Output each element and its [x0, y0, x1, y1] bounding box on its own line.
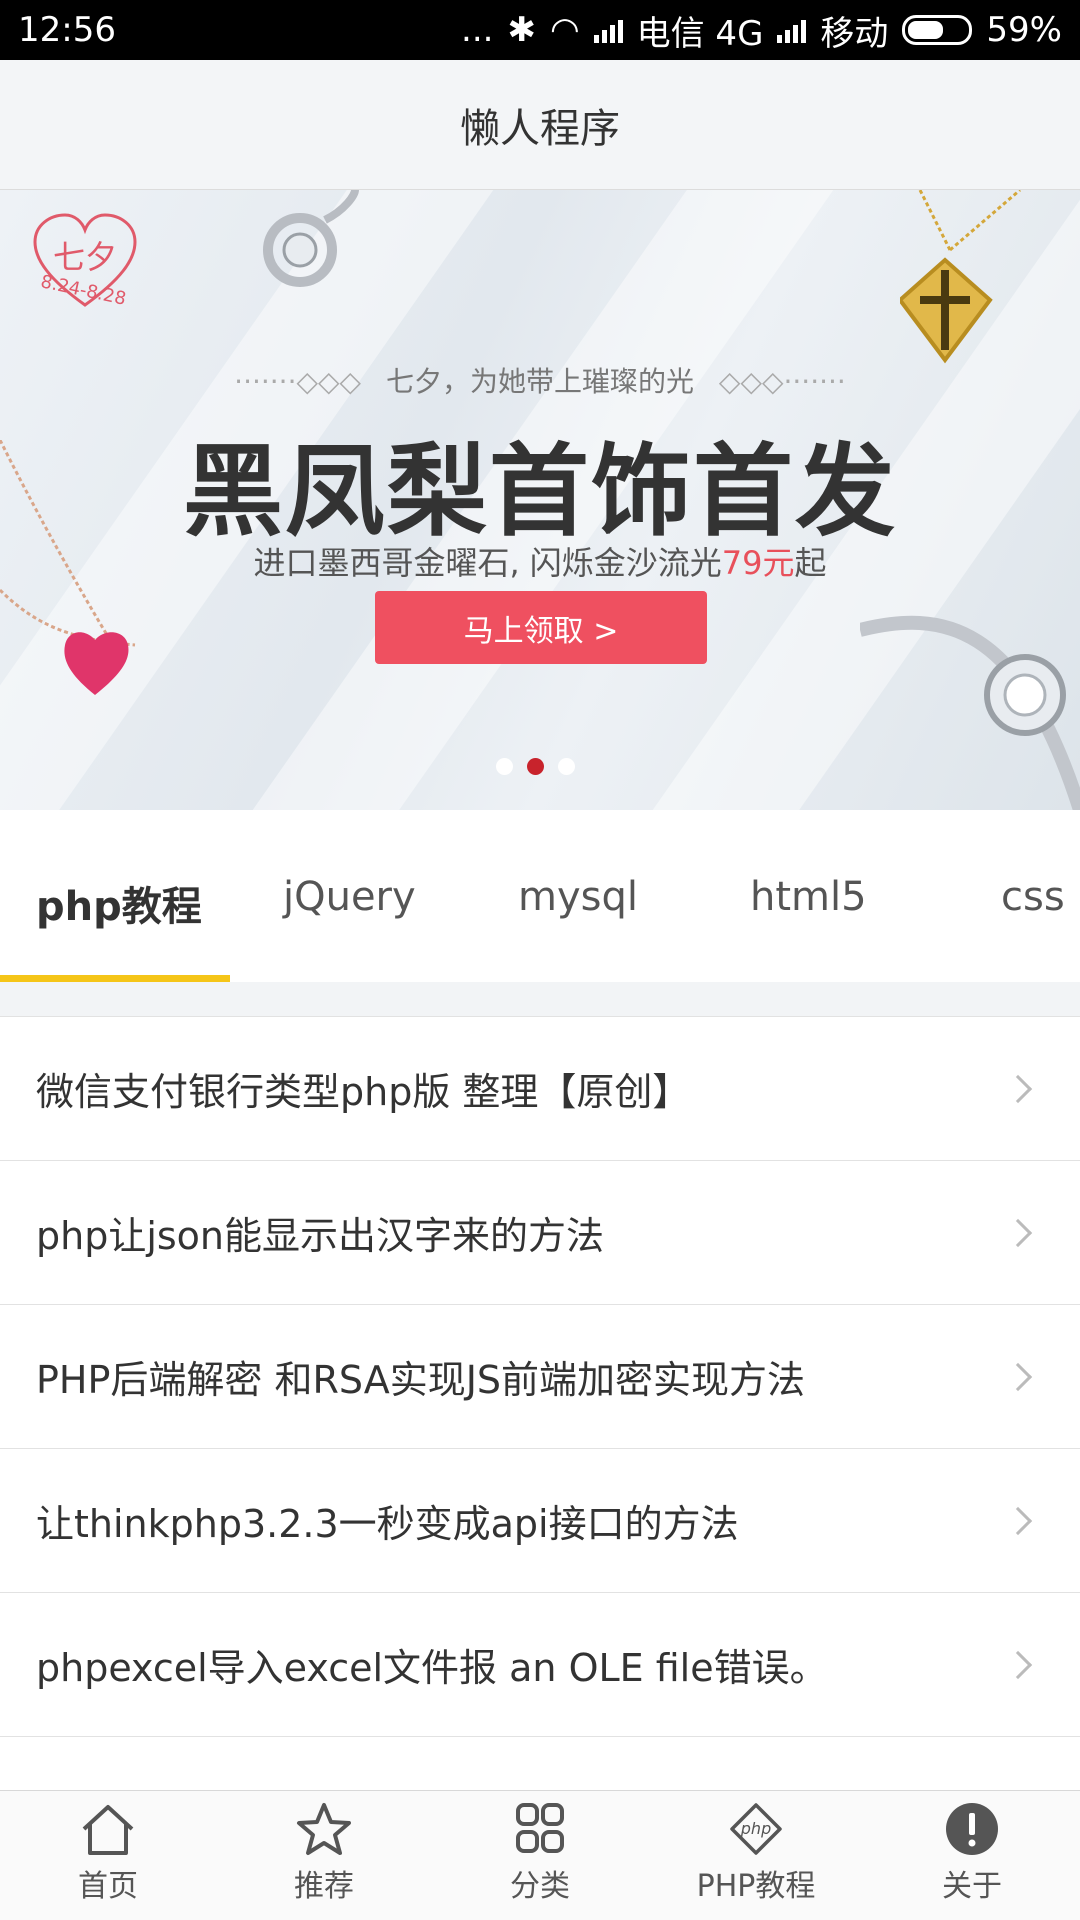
chevron-right-icon	[1003, 1362, 1033, 1391]
nav-php-tutorial[interactable]: php PHP教程	[648, 1791, 864, 1920]
tag-text: 七夕	[53, 238, 117, 276]
banner-title: 黑凤梨首饰首发	[183, 432, 897, 550]
nav-label: 关于	[942, 1869, 1002, 1904]
bluetooth-icon: ✱	[507, 10, 536, 50]
article-title: PHP后端解密 和RSA实现JS前端加密实现方法	[36, 1358, 806, 1402]
nav-label: PHP教程	[696, 1869, 816, 1904]
page-title: 懒人程序	[460, 105, 620, 152]
claim-button[interactable]: 马上领取 >	[375, 591, 707, 664]
signal-icon-2	[777, 17, 807, 43]
article-title: php让json能显示出汉字来的方法	[36, 1214, 605, 1258]
carousel-dot[interactable]	[527, 758, 544, 775]
chevron-right-icon	[1003, 1218, 1033, 1247]
tab-css[interactable]: css	[1001, 874, 1065, 920]
status-time: 12:56	[18, 10, 116, 50]
carousel-dots	[496, 758, 575, 775]
nav-label: 分类	[510, 1869, 570, 1904]
home-icon	[82, 1805, 134, 1855]
subtitle-deco-right: ◇◇◇·······	[718, 365, 846, 398]
nav-label: 推荐	[294, 1869, 354, 1904]
article-list: 微信支付银行类型php版 整理【原创】 php让json能显示出汉字来的方法 P…	[0, 1017, 1080, 1737]
battery-icon	[902, 15, 973, 45]
list-item[interactable]: PHP后端解密 和RSA实现JS前端加密实现方法	[0, 1305, 1080, 1449]
svg-text:php: php	[740, 1819, 771, 1838]
info-icon	[946, 1803, 998, 1855]
nav-category[interactable]: 分类	[432, 1791, 648, 1920]
app-header: 懒人程序	[0, 60, 1080, 190]
tab-php[interactable]: php教程	[36, 874, 202, 932]
desc-suffix: 起	[794, 544, 827, 582]
list-item[interactable]: 微信支付银行类型php版 整理【原创】	[0, 1017, 1080, 1161]
subtitle-deco-left: ·······◇◇◇	[234, 365, 362, 398]
tab-jquery[interactable]: jQuery	[283, 874, 416, 920]
nav-about[interactable]: 关于	[864, 1791, 1080, 1920]
carrier-secondary: 移动	[820, 13, 889, 54]
carousel-dot[interactable]	[558, 758, 575, 775]
bottom-nav: 首页 推荐 分类 php PHP教程 关于	[0, 1790, 1080, 1920]
star-icon	[297, 1803, 351, 1855]
article-title: phpexcel导入excel文件报 an OLE file错误。	[36, 1646, 828, 1690]
list-item[interactable]: 让thinkphp3.2.3一秒变成api接口的方法	[0, 1449, 1080, 1593]
carousel-dot[interactable]	[496, 758, 513, 775]
wifi-icon: ◠	[549, 10, 580, 50]
list-item[interactable]: phpexcel导入excel文件报 an OLE file错误。	[0, 1593, 1080, 1737]
desc-prefix: 进口墨西哥金曜石, 闪烁金沙流光	[253, 544, 722, 582]
grid-icon	[516, 1803, 564, 1853]
nav-recommend[interactable]: 推荐	[216, 1791, 432, 1920]
subtitle-text: 七夕，为她带上璀璨的光	[385, 365, 694, 398]
nav-home[interactable]: 首页	[0, 1791, 216, 1920]
banner-subtitle: ·······◇◇◇ 七夕，为她带上璀璨的光 ◇◇◇·······	[0, 360, 1080, 400]
chevron-right-icon	[1003, 1074, 1033, 1103]
section-divider	[0, 982, 1080, 1017]
banner-description: 进口墨西哥金曜石, 闪烁金沙流光79元起	[0, 538, 1080, 584]
chevron-right-icon	[1003, 1506, 1033, 1535]
nav-label: 首页	[78, 1869, 138, 1904]
status-bar: 12:56 ... ✱ ◠ 电信 4G 移动 59%	[0, 0, 1080, 60]
article-title: 让thinkphp3.2.3一秒变成api接口的方法	[36, 1502, 739, 1546]
article-title: 微信支付银行类型php版 整理【原创】	[36, 1070, 691, 1114]
signal-icon	[593, 17, 623, 43]
chevron-right-icon	[1003, 1650, 1033, 1679]
php-icon: php	[730, 1803, 782, 1855]
category-tabs: php教程 jQuery mysql html5 css	[0, 810, 1080, 983]
tab-html5[interactable]: html5	[750, 874, 867, 920]
ring-image	[263, 190, 359, 287]
desc-price: 79元	[721, 544, 795, 582]
gold-pendant-image	[900, 190, 1021, 364]
promo-banner[interactable]: 七夕 8.24-8.28 ·······◇◇◇ 七夕，为她带上璀璨的光 ◇◇◇·…	[0, 190, 1080, 810]
list-item[interactable]: php让json能显示出汉字来的方法	[0, 1161, 1080, 1305]
bangle-image	[860, 615, 1080, 810]
battery-percent: 59%	[986, 10, 1062, 50]
carrier-primary: 电信 4G	[636, 13, 764, 54]
tab-mysql[interactable]: mysql	[518, 874, 638, 920]
more-dots-icon: ...	[461, 10, 494, 50]
